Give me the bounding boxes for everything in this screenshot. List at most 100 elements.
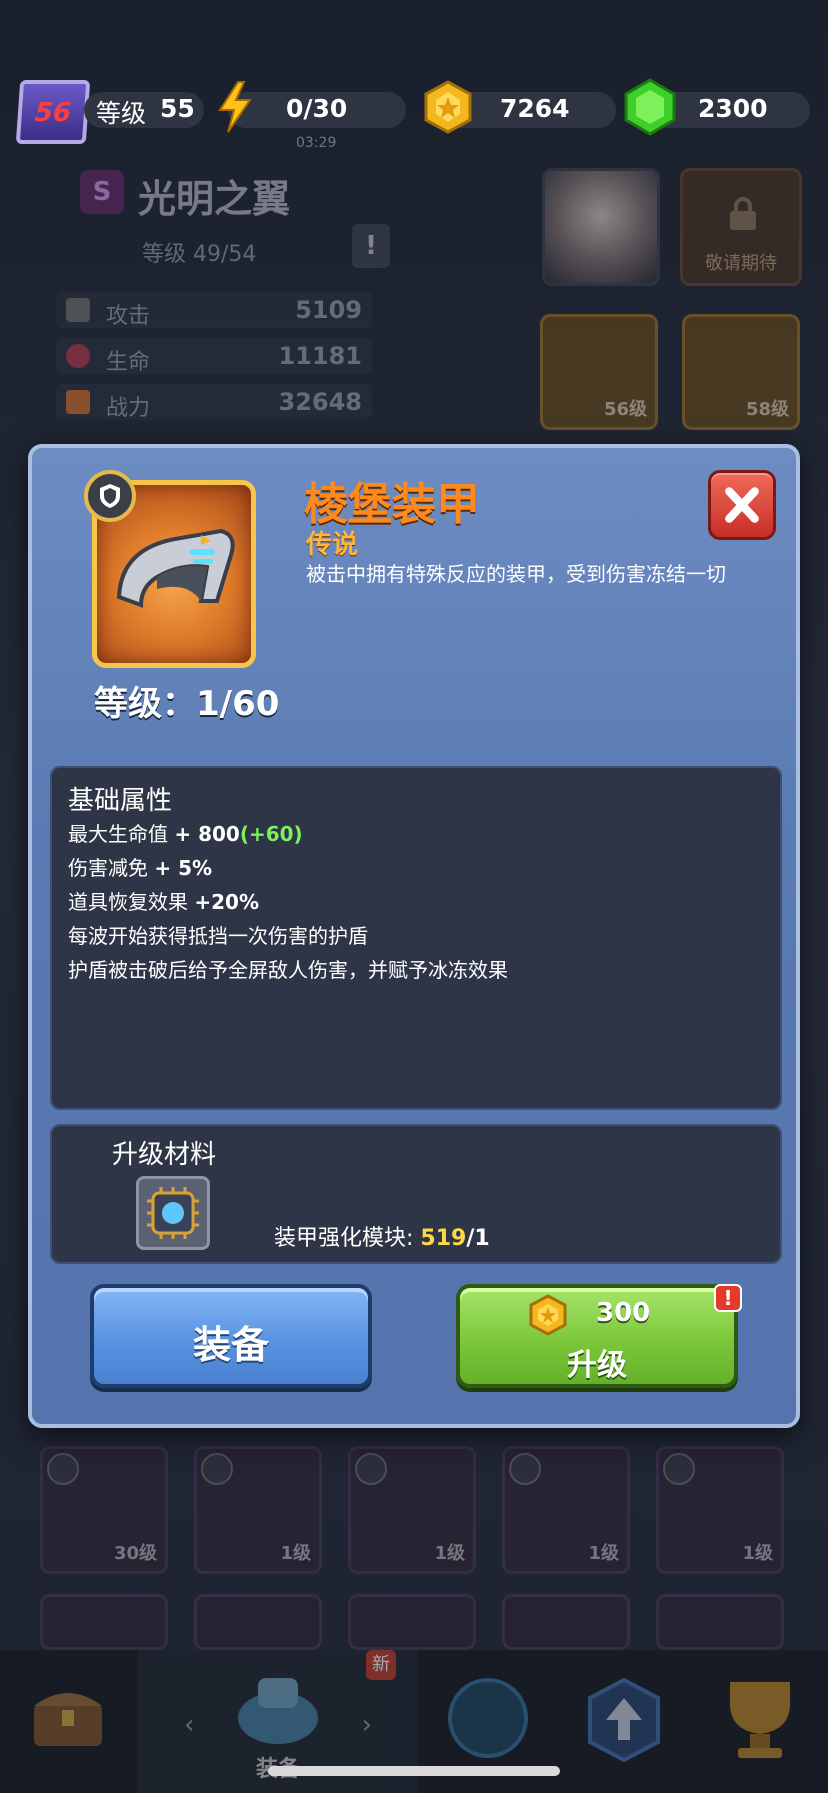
equip-button-label: 装备 <box>192 1323 269 1367</box>
hero-name: 光明之翼 <box>138 177 291 221</box>
nav-shop[interactable] <box>0 1650 138 1793</box>
inventory-item[interactable] <box>348 1594 476 1650</box>
new-badge: 新 <box>366 1650 396 1680</box>
attributes-title: 基础属性 <box>68 786 173 816</box>
upgrade-cost: 300 <box>596 1298 651 1328</box>
stat-label: 攻击 <box>106 304 151 329</box>
locked-slot[interactable]: 敬请期待 <box>680 168 802 286</box>
material-have: 519 <box>420 1226 467 1251</box>
shield-icon <box>47 1453 79 1485</box>
attribute-text: 最大生命值 <box>68 822 175 846</box>
energy-value: 0/30 <box>286 94 348 123</box>
inventory-item-level: 1级 <box>434 1543 465 1564</box>
attribute-text: 伤害减免 <box>68 856 155 880</box>
hero-level: 等级 49/54 <box>142 242 257 267</box>
item-level: 等级：1/60 <box>94 684 280 724</box>
equip-slot-armor[interactable]: 58级 <box>682 314 800 430</box>
top-bar: 56 等级 55 0/30 03:29 7264 2300 <box>0 70 828 151</box>
materials-title: 升级材料 <box>112 1140 217 1170</box>
upgrade-button-label: 升级 <box>567 1348 627 1383</box>
coin-icon <box>529 1294 567 1336</box>
locked-text: 敬请期待 <box>705 253 777 274</box>
inventory-item[interactable] <box>656 1594 784 1650</box>
equip-slot-weapon[interactable]: 56级 <box>540 314 658 430</box>
attribute-value: + 800 <box>174 822 240 846</box>
player-level-badge-number: 56 <box>33 98 73 128</box>
item-rarity: 传说 <box>306 530 359 560</box>
inventory-item[interactable]: 30级 <box>40 1446 168 1574</box>
stat-row-attack: 攻击 5109 <box>56 292 372 329</box>
treasure-chest-icon <box>34 1693 102 1746</box>
coin-icon <box>424 80 472 134</box>
inventory-item-level: 30级 <box>113 1543 157 1564</box>
coins-value: 7264 <box>500 94 570 123</box>
stat-value: 32648 <box>278 388 363 416</box>
attribute-value: + 5% <box>154 856 213 880</box>
close-icon <box>725 487 759 523</box>
attribute-line: 伤害减免 + 5% <box>68 852 212 881</box>
upgrade-button[interactable]: 300 升级 ! <box>456 1284 742 1388</box>
chevron-left-icon[interactable]: ‹ <box>184 1710 194 1740</box>
stat-value: 11181 <box>278 342 363 370</box>
attribute-line: 最大生命值 + 800(+60) <box>68 818 303 847</box>
gems-value: 2300 <box>698 94 768 123</box>
trophy-icon <box>730 1682 790 1758</box>
attributes-panel: 基础属性 最大生命值 + 800(+60) 伤害减免 + 5% 道具恢复效果 +… <box>50 766 782 1110</box>
radar-icon <box>448 1678 528 1758</box>
energy-timer: 03:29 <box>296 135 337 151</box>
inventory-item[interactable] <box>502 1594 630 1650</box>
attribute-text: 道具恢复效果 <box>68 890 195 914</box>
gem-icon <box>624 78 676 136</box>
level-label: 等级 <box>96 99 147 128</box>
inventory-item[interactable]: 1级 <box>194 1446 322 1574</box>
stat-label: 生命 <box>106 350 151 375</box>
inventory-item-level: 1级 <box>588 1543 619 1564</box>
inventory-item[interactable] <box>40 1594 168 1650</box>
attribute-line: 每波开始获得抵挡一次伤害的护盾 <box>68 920 368 949</box>
attribute-bonus: (+60) <box>239 822 303 846</box>
inventory-item-level: 1级 <box>742 1543 773 1564</box>
sword-icon <box>66 298 90 322</box>
attribute-line: 护盾被击破后给予全屏敌人伤害，并赋予冰冻效果 <box>68 954 508 983</box>
nav-trophy[interactable] <box>692 1650 828 1793</box>
inventory-item[interactable]: 1级 <box>348 1446 476 1574</box>
material-name: 装甲强化模块: <box>274 1226 414 1251</box>
material-count: 装甲强化模块: 519/1 <box>274 1220 490 1252</box>
lock-icon <box>730 197 756 230</box>
shield-icon <box>355 1453 387 1485</box>
stat-label: 战力 <box>106 396 151 421</box>
stat-row-power: 战力 32648 <box>56 384 372 421</box>
attribute-value: +20% <box>194 890 259 914</box>
player-level-badge[interactable]: 56 <box>15 80 91 144</box>
shield-icon <box>663 1453 695 1485</box>
materials-panel: 升级材料 装甲强化模块: 519/1 <box>50 1124 782 1264</box>
hero-rank-badge: S <box>80 170 124 214</box>
shield-icon <box>509 1453 541 1485</box>
inventory-item[interactable]: 1级 <box>656 1446 784 1574</box>
home-indicator[interactable] <box>268 1766 560 1776</box>
nav-upgrade[interactable] <box>556 1650 692 1793</box>
lightning-icon <box>218 81 252 133</box>
upgrade-alert-icon: ! <box>714 1284 742 1312</box>
equip-button[interactable]: 装备 <box>90 1284 372 1388</box>
hero-warn-button[interactable]: ! <box>352 224 390 268</box>
attribute-text: 护盾被击破后给予全屏敌人伤害，并赋予冰冻效果 <box>68 958 508 982</box>
chevron-right-icon[interactable]: › <box>362 1710 372 1740</box>
item-description: 被击中拥有特殊反应的装甲，受到伤害冻结一切 <box>306 562 726 586</box>
hero-portrait[interactable] <box>542 168 660 286</box>
stat-value: 5109 <box>295 296 362 324</box>
item-detail-modal: 棱堡装甲 传说 被击中拥有特殊反应的装甲，受到伤害冻结一切 等级：1/60 基础… <box>28 444 800 1428</box>
inventory-item[interactable] <box>194 1594 322 1650</box>
attribute-line: 道具恢复效果 +20% <box>68 886 259 915</box>
shield-icon <box>201 1453 233 1485</box>
close-button[interactable] <box>708 470 776 540</box>
material-slot[interactable] <box>136 1176 210 1250</box>
heart-icon <box>66 344 90 368</box>
equip-slot-level: 58级 <box>745 399 789 420</box>
chip-module-icon <box>147 1187 199 1239</box>
material-need: /1 <box>466 1226 490 1251</box>
level-value: 55 <box>160 94 195 123</box>
inventory-item[interactable]: 1级 <box>502 1446 630 1574</box>
attribute-text: 每波开始获得抵挡一次伤害的护盾 <box>68 924 368 948</box>
cannon-icon <box>238 1678 318 1744</box>
